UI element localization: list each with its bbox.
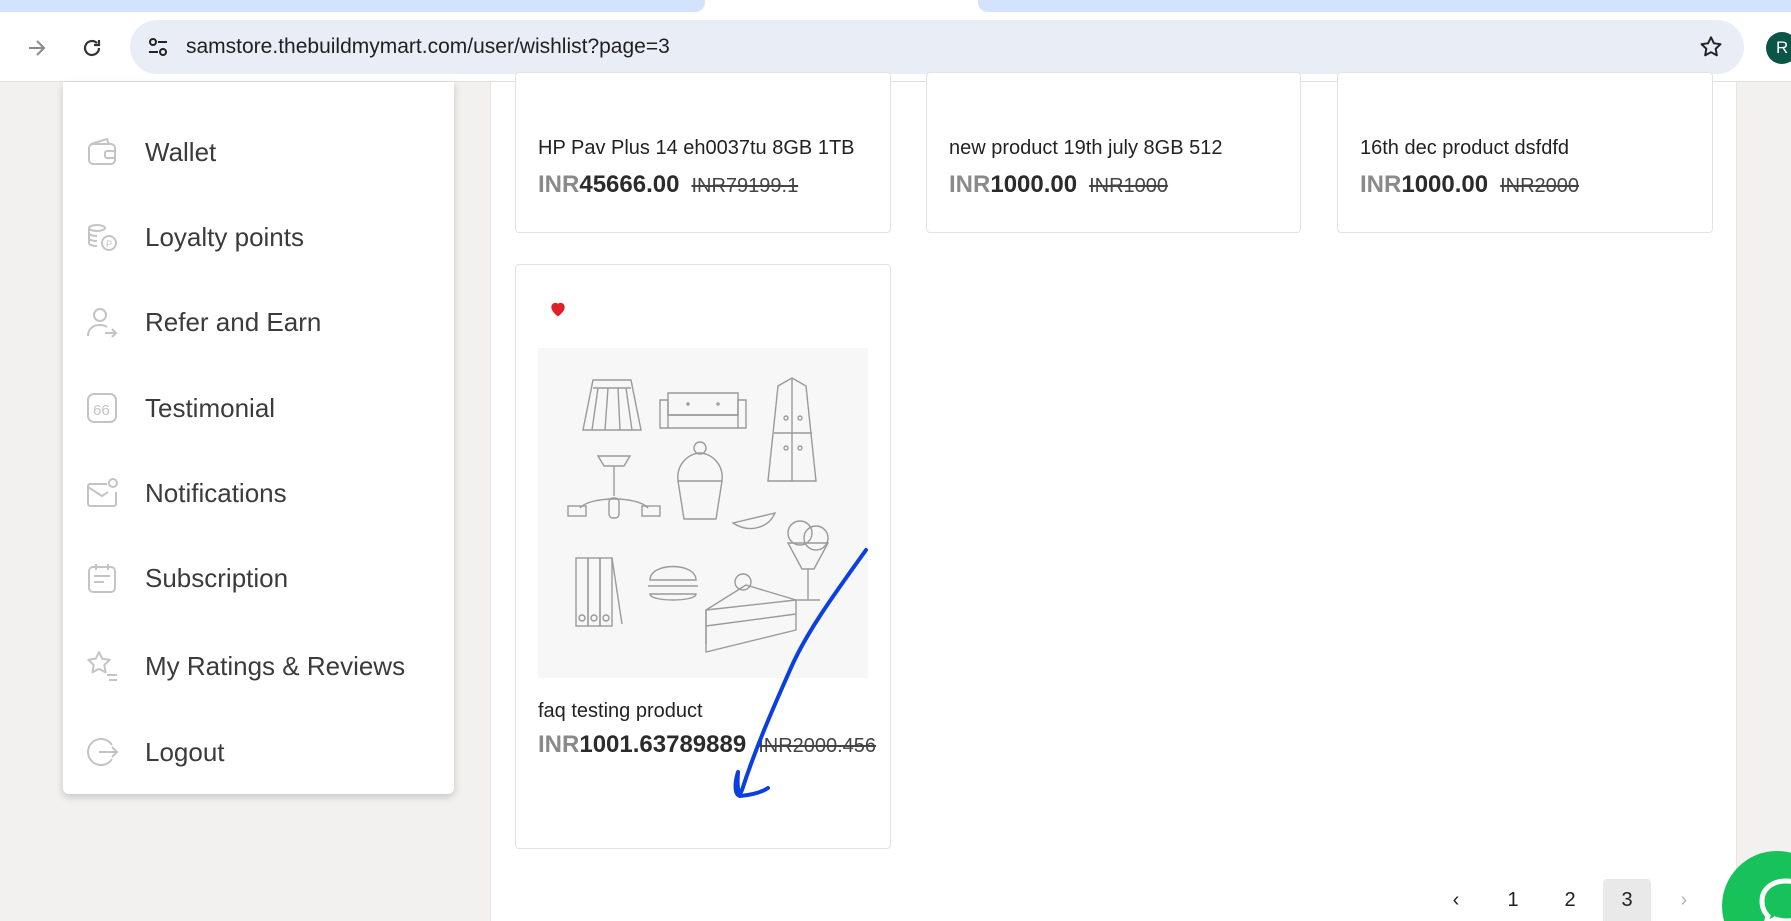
- wishlist-panel: HP Pav Plus 14 eh0037tu 8GB 1TB INR 4566…: [490, 72, 1737, 921]
- product-card[interactable]: faq testing product INR 1001.63789889 IN…: [515, 264, 891, 849]
- original-price: INR1000: [1089, 175, 1169, 197]
- chat-widget-button[interactable]: [1722, 851, 1791, 921]
- sidebar-item-refer-and-earn[interactable]: Refer and Earn: [63, 292, 454, 352]
- quote-icon: 66: [85, 391, 119, 425]
- price-amount: 1000.00: [1401, 171, 1489, 198]
- tab-strip: [0, 0, 1791, 12]
- bookmark-star-icon[interactable]: [1698, 34, 1724, 60]
- product-name[interactable]: faq testing product: [538, 700, 703, 723]
- sidebar-item-label: Logout: [145, 736, 225, 767]
- price-currency: INR: [1360, 171, 1402, 198]
- mail-notification-icon: [85, 476, 119, 510]
- price-amount: 45666.00: [579, 171, 680, 198]
- sidebar-item-label: Wallet: [145, 136, 217, 167]
- subscription-icon: [85, 561, 119, 595]
- sidebar-item-label: My Ratings & Reviews: [145, 650, 406, 681]
- sidebar-item-label: Refer and Earn: [145, 306, 322, 337]
- price-amount: 1001.63789889: [579, 731, 747, 758]
- sidebar-item-wallet[interactable]: Wallet: [63, 122, 454, 182]
- coins-icon: P: [85, 220, 119, 254]
- product-price: INR 1000.00 INR2000: [1360, 171, 1579, 199]
- sidebar-item-notifications[interactable]: Notifications: [63, 463, 454, 523]
- original-price: INR79199.1: [691, 175, 799, 197]
- url-text[interactable]: samstore.thebuildmymart.com/user/wishlis…: [186, 35, 670, 59]
- original-price: INR2000.456: [758, 735, 877, 757]
- price-currency: INR: [538, 171, 580, 198]
- price-currency: INR: [949, 171, 991, 198]
- sidebar-item-label: Subscription: [145, 562, 289, 593]
- price-currency: INR: [538, 731, 580, 758]
- product-image[interactable]: [538, 348, 868, 678]
- product-price: INR 1000.00 INR1000: [949, 171, 1168, 199]
- pagination-next[interactable]: ›: [1663, 879, 1705, 921]
- product-name[interactable]: 16th dec product dsfdfd: [1360, 137, 1569, 160]
- account-sidebar: Wallet P Loyalty points Refer and Earn 6…: [63, 82, 454, 794]
- product-price: INR 45666.00 INR79199.1: [538, 171, 798, 199]
- product-card[interactable]: 16th dec product dsfdfd INR 1000.00 INR2…: [1337, 72, 1713, 233]
- sidebar-item-loyalty-points[interactable]: P Loyalty points: [63, 207, 454, 267]
- wishlist-heart-icon[interactable]: [548, 299, 568, 319]
- pagination-page-1[interactable]: 1: [1492, 879, 1534, 921]
- svg-text:P: P: [106, 239, 112, 249]
- pagination-page-3-current[interactable]: 3: [1603, 879, 1651, 921]
- pagination-prev[interactable]: ‹: [1435, 879, 1477, 921]
- browser-tab[interactable]: [0, 0, 705, 12]
- chat-icon: [1759, 878, 1791, 921]
- reload-icon[interactable]: [74, 30, 110, 66]
- sidebar-item-label: Notifications: [145, 477, 287, 508]
- original-price: INR2000: [1500, 175, 1580, 197]
- sidebar-item-logout[interactable]: Logout: [63, 722, 454, 782]
- sidebar-item-label: Testimonial: [145, 392, 276, 423]
- logout-icon: [85, 735, 119, 769]
- product-price: INR 1001.63789889 INR2000.456: [538, 731, 876, 759]
- sidebar-item-testimonial[interactable]: 66 Testimonial: [63, 378, 454, 438]
- sidebar-item-subscription[interactable]: Subscription: [63, 548, 454, 608]
- profile-avatar[interactable]: R: [1766, 32, 1791, 64]
- browser-tab[interactable]: [978, 0, 1791, 12]
- site-settings-icon[interactable]: [146, 35, 170, 59]
- forward-icon[interactable]: [19, 30, 55, 66]
- svg-text:66: 66: [93, 402, 110, 419]
- sidebar-item-label: Loyalty points: [145, 221, 304, 252]
- product-card[interactable]: new product 19th july 8GB 512 INR 1000.0…: [926, 72, 1301, 233]
- star-rating-icon: [85, 649, 119, 683]
- pagination-page-2[interactable]: 2: [1549, 879, 1591, 921]
- price-amount: 1000.00: [990, 171, 1078, 198]
- product-card[interactable]: HP Pav Plus 14 eh0037tu 8GB 1TB INR 4566…: [515, 72, 891, 233]
- sidebar-item-ratings-reviews[interactable]: My Ratings & Reviews: [63, 636, 454, 696]
- product-name[interactable]: new product 19th july 8GB 512: [949, 137, 1223, 160]
- refer-user-icon: [85, 305, 119, 339]
- product-name[interactable]: HP Pav Plus 14 eh0037tu 8GB 1TB: [538, 137, 855, 160]
- address-bar[interactable]: samstore.thebuildmymart.com/user/wishlis…: [130, 20, 1744, 74]
- wallet-icon: [85, 135, 119, 169]
